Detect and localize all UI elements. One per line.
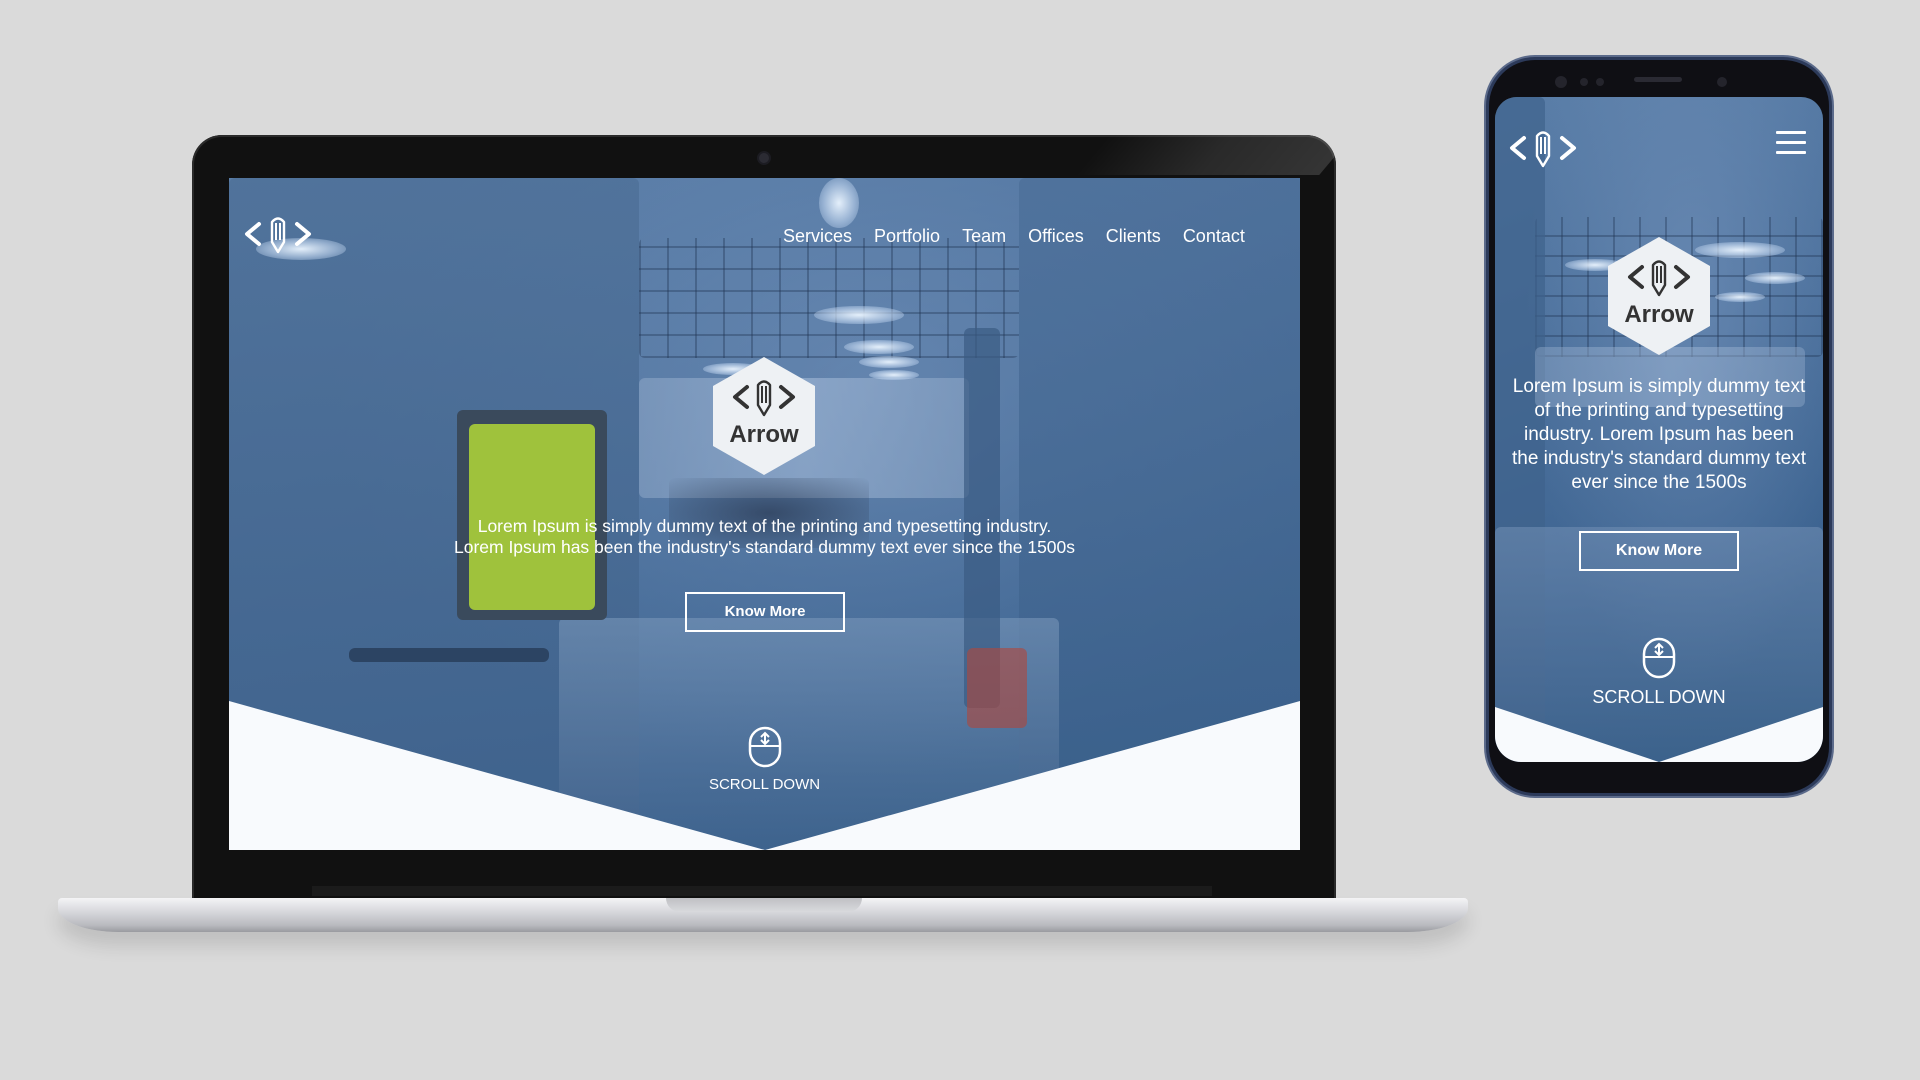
mouse-scroll-icon[interactable] <box>748 726 782 768</box>
mockup-stage: Services Portfolio Team Offices Clients … <box>0 0 1920 1080</box>
phone-side-button <box>1484 180 1488 260</box>
phone-side-button <box>1830 256 1834 312</box>
laptop-hinge <box>312 886 1212 896</box>
laptop-notch <box>666 898 862 912</box>
lid-glare <box>1075 135 1336 175</box>
phone-front-camera <box>1555 76 1567 88</box>
phone-side-button <box>1484 270 1488 360</box>
laptop-screen: Services Portfolio Team Offices Clients … <box>229 178 1300 850</box>
scroll-down-label: SCROLL DOWN <box>1592 687 1726 707</box>
scroll-down-label: SCROLL DOWN <box>708 776 821 793</box>
mobile-site: Arrow Lorem Ipsum is simply dummy text o… <box>1495 97 1823 762</box>
phone-sensor <box>1580 78 1588 86</box>
laptop-camera <box>759 153 769 163</box>
phone-sensor <box>1717 77 1727 87</box>
mouse-scroll-icon[interactable] <box>1642 637 1676 679</box>
phone-sensor <box>1596 78 1604 86</box>
desktop-site: Services Portfolio Team Offices Clients … <box>229 178 1300 850</box>
phone-screen: Arrow Lorem Ipsum is simply dummy text o… <box>1495 97 1823 762</box>
phone-speaker <box>1634 77 1682 82</box>
